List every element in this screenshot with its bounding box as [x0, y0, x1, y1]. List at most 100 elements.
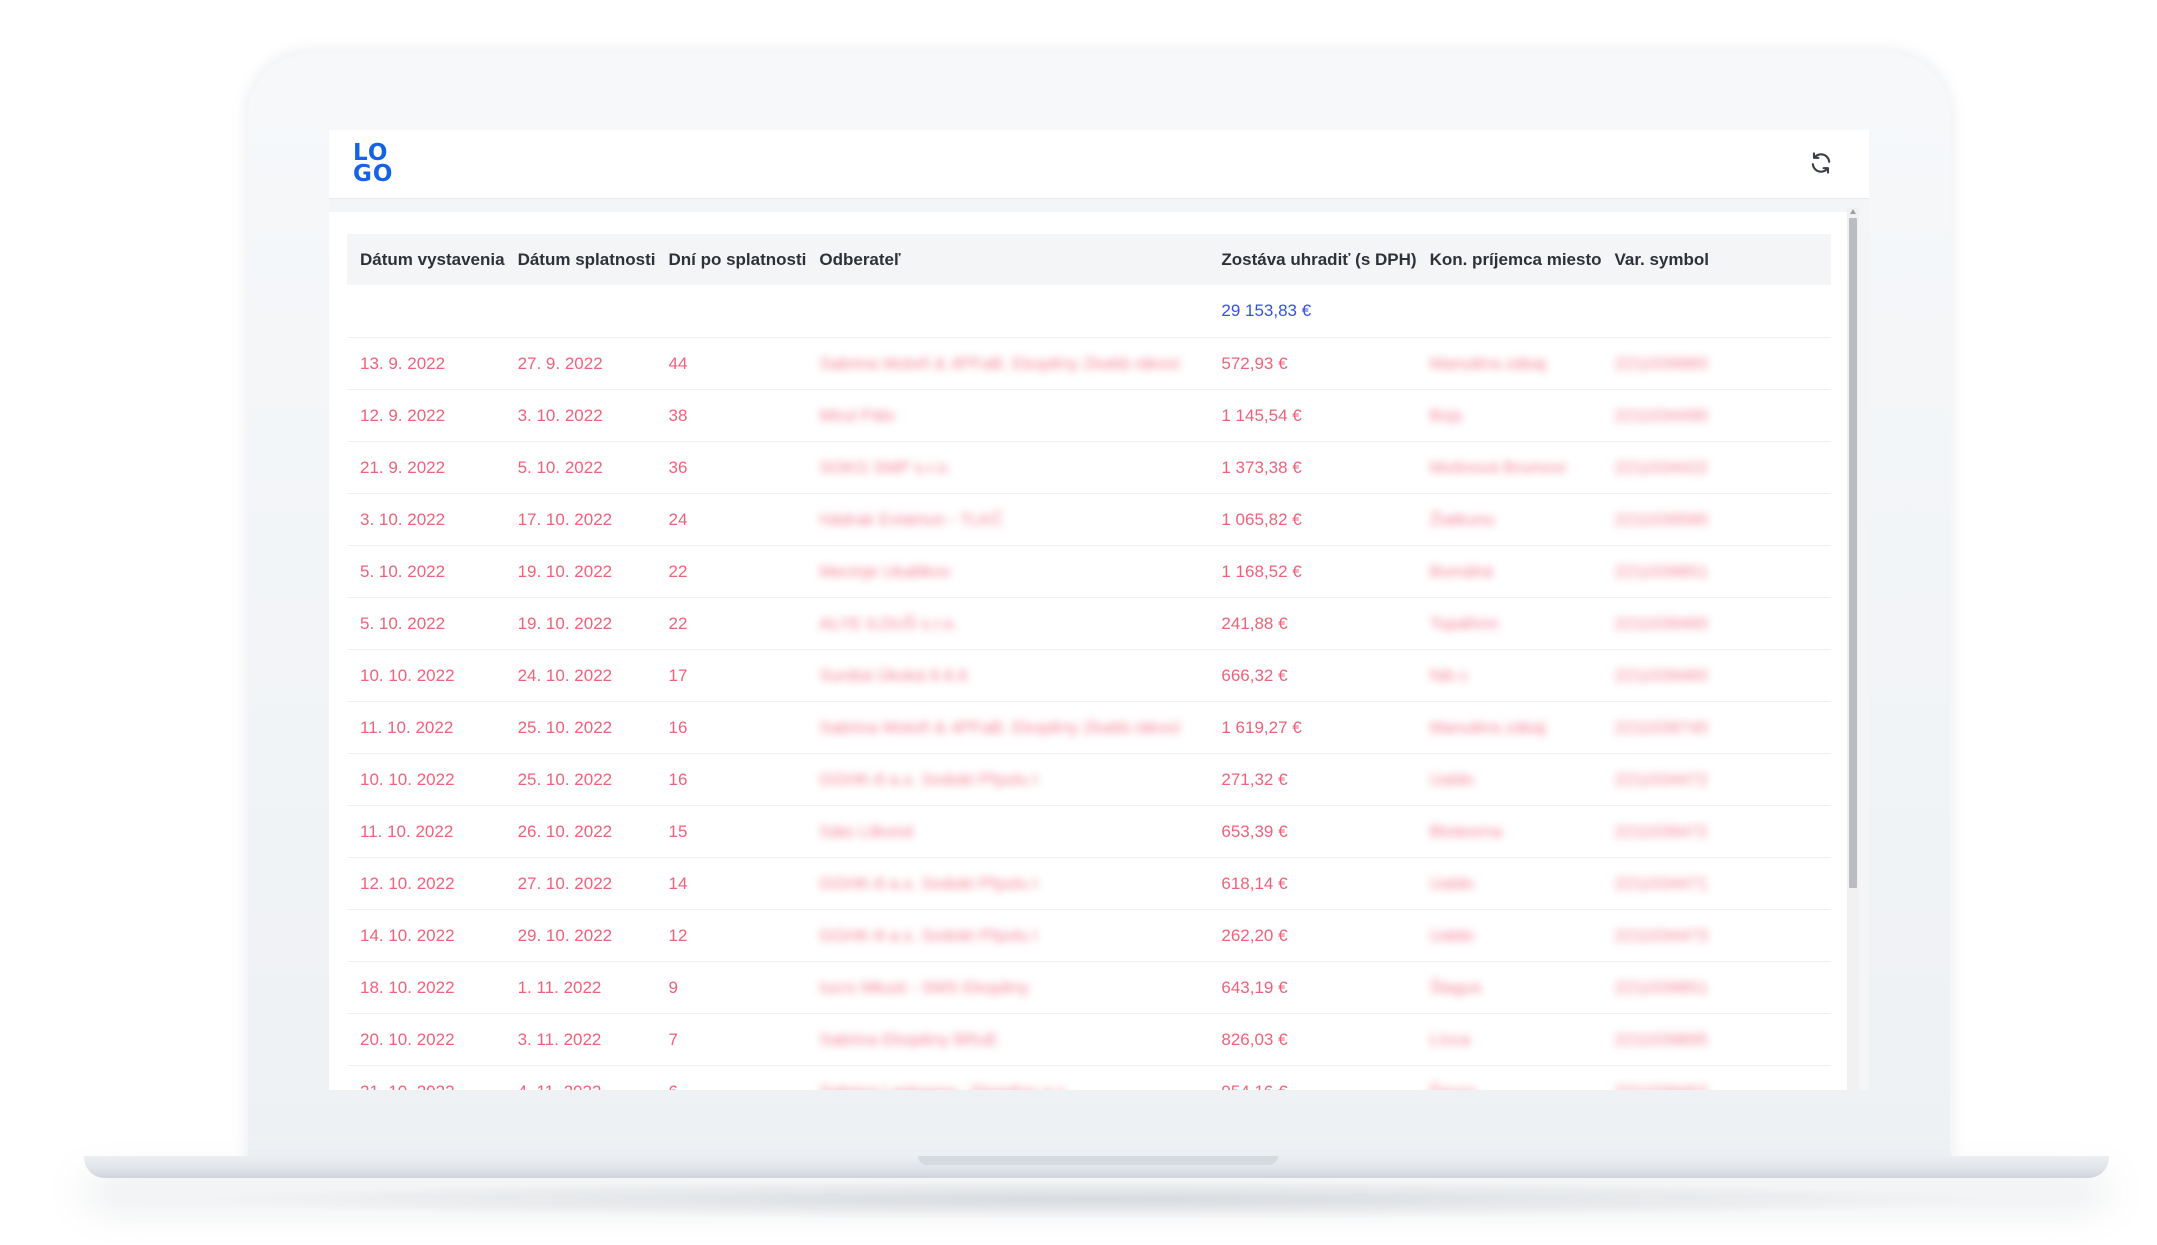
col-due-date[interactable]: Dátum splatnosti	[504, 234, 656, 285]
app-screen: LO GO Dátum vystavenia Dátum splatnosti	[329, 130, 1869, 1090]
cell-days-overdue: 22	[655, 597, 807, 650]
cell-remaining: 1 168,52 €	[1208, 545, 1417, 598]
cell-customer: Sabrina Lapkovna - Ekopěny a.s.	[806, 1065, 1209, 1090]
scroll-thumb[interactable]	[1849, 218, 1857, 888]
table-row[interactable]: 21. 9. 2022 5. 10. 2022 36 SOKG SMP s.r.o. 1…	[347, 441, 1831, 494]
cell-issue-date: 5. 10. 2022	[347, 545, 505, 598]
cell-place: Lícca	[1416, 1013, 1602, 1066]
total-remaining: 29 153,83 €	[1208, 285, 1417, 338]
cell-var-symbol-redacted: 2211034473	[1614, 925, 1708, 945]
cell-due-date: 4. 11. 2022	[504, 1065, 656, 1090]
refresh-button[interactable]	[1807, 149, 1835, 177]
table-row[interactable]: 12. 9. 2022 3. 10. 2022 38 Mirul Pálo 1 145,…	[347, 389, 1831, 442]
cell-place: Bojs	[1416, 389, 1602, 442]
col-var-symbol[interactable]: Var. symbol	[1601, 234, 1831, 285]
vertical-scrollbar[interactable]	[1847, 208, 1859, 1090]
cell-var-symbol: 2211039472	[1601, 805, 1831, 858]
cell-days-overdue: 15	[655, 805, 807, 858]
cell-days-overdue: 22	[655, 545, 807, 598]
cell-days-overdue: 6	[655, 1065, 807, 1090]
invoice-panel: Dátum vystavenia Dátum splatnosti Dní po…	[329, 212, 1849, 1090]
cell-due-date: 24. 10. 2022	[504, 649, 656, 702]
cell-place-redacted: Manuléra zábaj	[1429, 353, 1546, 373]
cell-customer: SOKG SMP s.r.o.	[806, 441, 1209, 494]
cell-var-symbol-redacted: 2211039452	[1615, 1082, 1708, 1091]
laptop-mockup: LO GO Dátum vystavenia Dátum splatnosti	[0, 0, 2157, 1245]
cell-customer: ALYE ILDUŠ s.r.o.	[806, 597, 1209, 650]
invoices-table: Dátum vystavenia Dátum splatnosti Dní po…	[347, 234, 1831, 1090]
cell-place: Ualdo	[1416, 857, 1602, 910]
table-row[interactable]: 13. 9. 2022 27. 9. 2022 44 Sabrina Motoři &…	[347, 337, 1831, 390]
table-row[interactable]: 3. 10. 2022 17. 10. 2022 24 Hádrak Evlatnun…	[347, 493, 1831, 546]
col-issue-date[interactable]: Dátum vystavenia	[347, 234, 505, 285]
scroll-up-icon[interactable]	[1850, 209, 1856, 214]
cell-place-redacted: Ualdo	[1429, 873, 1474, 893]
cell-due-date: 3. 10. 2022	[504, 389, 656, 442]
logo[interactable]: LO GO	[353, 142, 401, 187]
laptop-shadow	[180, 1180, 2010, 1220]
cell-due-date: 17. 10. 2022	[504, 493, 656, 546]
cell-customer: Mecinje Ukallikov	[806, 545, 1209, 598]
cell-var-symbol-redacted: 2211034472	[1614, 769, 1708, 789]
cell-var-symbol-redacted: 2211034490	[1614, 405, 1708, 425]
cell-place-redacted: Žiatkunu	[1429, 509, 1495, 529]
cell-var-symbol: 2211039452	[1601, 1065, 1831, 1091]
cell-customer-redacted: Mecinje Ukallikov	[819, 561, 951, 581]
cell-customer-redacted: Iucrs Mkust - SMS Ekopěny	[819, 977, 1030, 997]
col-days-overdue[interactable]: Dní po splatnosti	[655, 234, 807, 285]
cell-var-symbol-redacted: 2211039460	[1614, 613, 1708, 633]
cell-place: Mošnová Brumovi	[1416, 441, 1602, 494]
refresh-icon	[1811, 152, 1831, 174]
cell-place: Ďouro	[1416, 1065, 1602, 1090]
col-remaining[interactable]: Zostáva uhradiť (s DPH)	[1208, 234, 1417, 285]
table-row[interactable]: 12. 10. 2022 27. 10. 2022 14 GGHK-8 a.s. So…	[347, 857, 1831, 910]
table-row[interactable]: 21. 10. 20224. 11. 20226 Sabrina Lapkovna…	[347, 1065, 1831, 1091]
cell-customer-redacted: Sunibá Úkoká 6.6.6	[819, 665, 968, 685]
cell-remaining: 653,39 €	[1208, 805, 1417, 858]
cell-due-date: 1. 11. 2022	[504, 961, 656, 1014]
cell-var-symbol-redacted: 2211034471	[1614, 873, 1708, 893]
cell-var-symbol: 2211039580	[1601, 493, 1831, 546]
table-row[interactable]: 10. 10. 2022 25. 10. 2022 16 GGHK-8 a.s. So…	[347, 753, 1831, 806]
cell-place: Ualdo	[1416, 909, 1602, 962]
cell-days-overdue: 12	[655, 909, 807, 962]
cell-days-overdue: 44	[655, 337, 807, 390]
cell-issue-date: 13. 9. 2022	[347, 337, 505, 390]
table-row[interactable]: 11. 10. 2022 26. 10. 2022 15 Sáto Lilkond 65…	[347, 805, 1831, 858]
cell-customer: Iucrs Mkust - SMS Ekopěny	[806, 961, 1209, 1014]
cell-remaining: 241,88 €	[1208, 597, 1417, 650]
cell-due-date: 19. 10. 2022	[504, 597, 656, 650]
table-row[interactable]: 11. 10. 2022 25. 10. 2022 16 Sabrina Motoři…	[347, 701, 1831, 754]
cell-remaining: 1 619,27 €	[1208, 701, 1417, 754]
cell-remaining: 262,20 €	[1208, 909, 1417, 962]
cell-customer: Mirul Pálo	[806, 389, 1209, 442]
cell-var-symbol: 2211034472	[1601, 753, 1831, 806]
app-header: LO GO	[329, 130, 1869, 199]
cell-var-symbol-redacted: 2211039960	[1614, 353, 1708, 373]
cell-due-date: 5. 10. 2022	[504, 441, 656, 494]
col-customer[interactable]: Odberateľ	[806, 234, 1209, 285]
cell-remaining: 826,03 €	[1208, 1013, 1417, 1066]
cell-due-date: 27. 10. 2022	[504, 857, 656, 910]
table-row[interactable]: 5. 10. 2022 19. 10. 2022 22 ALYE ILDUŠ s.r.…	[347, 597, 1831, 650]
cell-issue-date: 12. 9. 2022	[347, 389, 505, 442]
cell-customer: GGHK-8 a.s. Sodokt Přpolu I	[806, 909, 1209, 962]
cell-place-redacted: Mošnová Brumovi	[1429, 457, 1566, 477]
cell-var-symbol: 2211039895	[1601, 1013, 1831, 1066]
cell-days-overdue: 17	[655, 649, 807, 702]
cell-customer: Sáto Lilkond	[806, 805, 1209, 858]
cell-issue-date: 10. 10. 2022	[347, 753, 505, 806]
table-row[interactable]: 5. 10. 2022 19. 10. 2022 22 Mecinje Ukallik…	[347, 545, 1831, 598]
table-row[interactable]: 20. 10. 2022 3. 11. 2022 7 Sabrina Ekopěny …	[347, 1013, 1831, 1066]
table-row[interactable]: 18. 10. 2022 1. 11. 2022 9 Iucrs Mkust - SM…	[347, 961, 1831, 1014]
cell-customer: Sabrina Motoři & 4PFaB. Ekopěny Zkatlá r…	[806, 337, 1209, 390]
table-row[interactable]: 14. 10. 2022 29. 10. 2022 12 GGHK-8 a.s. So…	[347, 909, 1831, 962]
cell-remaining: 1 065,82 €	[1208, 493, 1417, 546]
cell-var-symbol-redacted: 2211039740	[1614, 717, 1708, 737]
cell-due-date: 19. 10. 2022	[504, 545, 656, 598]
cell-var-symbol-redacted: 2211039851	[1614, 977, 1708, 997]
col-place[interactable]: Kon. príjemca miesto	[1416, 234, 1602, 285]
table-row[interactable]: 10. 10. 2022 24. 10. 2022 17 Sunibá Úkoká 6…	[347, 649, 1831, 702]
cell-customer: Hádrak Evlatnun - TLKČ	[806, 493, 1209, 546]
cell-place: Bloteorna	[1416, 805, 1602, 858]
